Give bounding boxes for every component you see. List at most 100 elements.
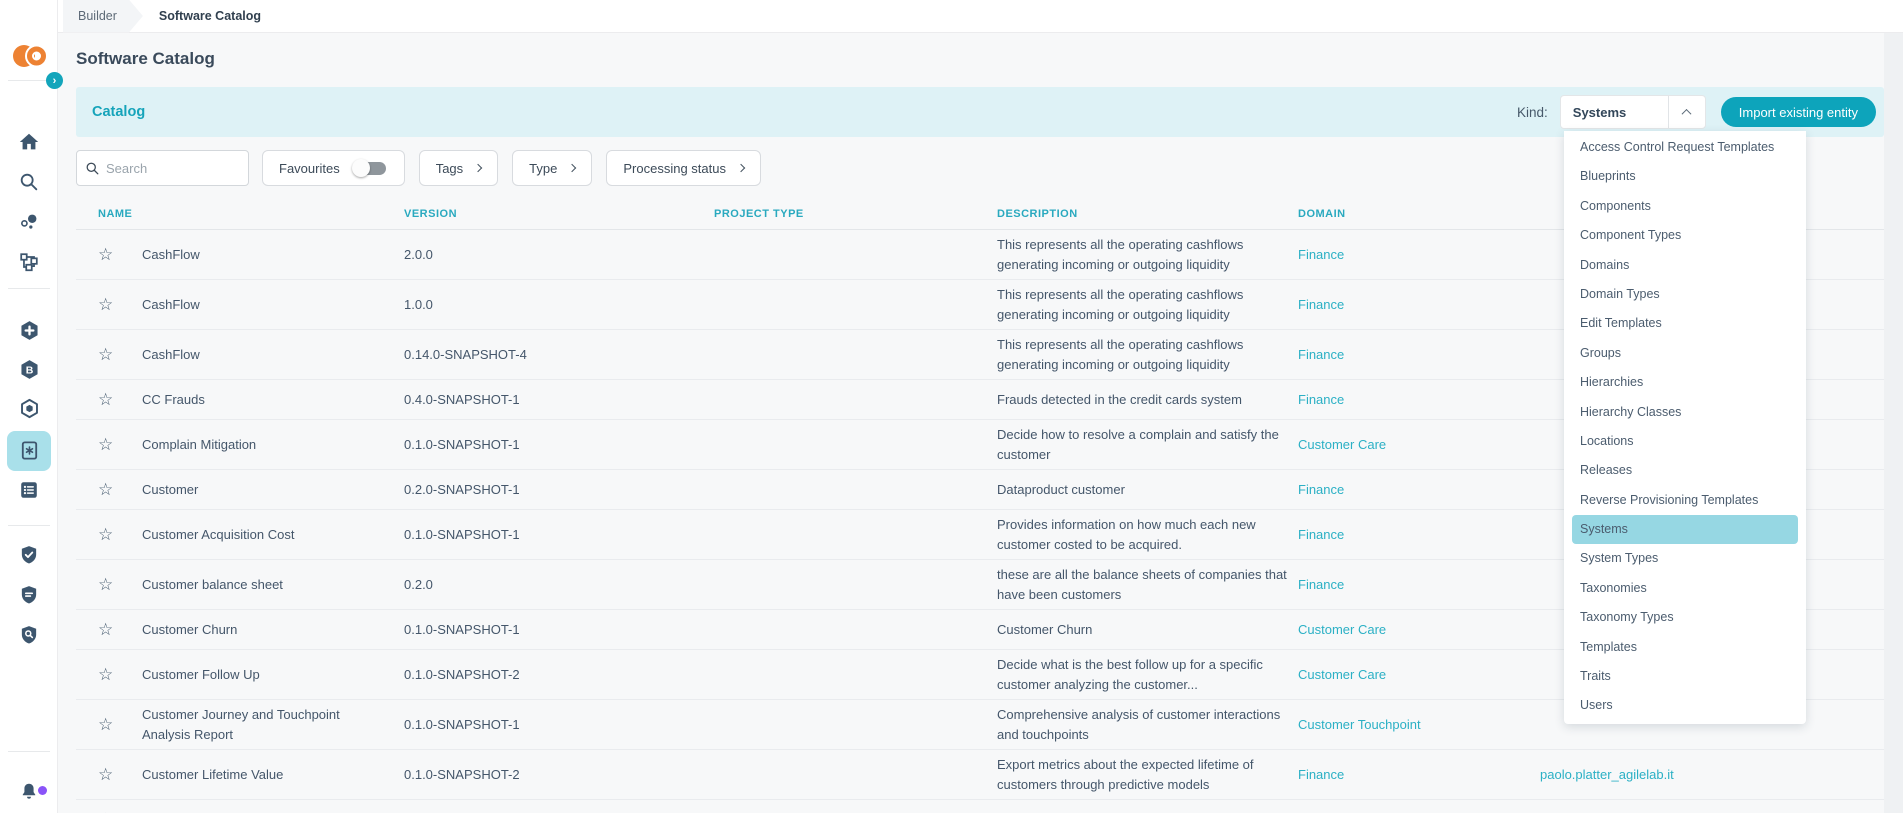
cell-domain-link[interactable]: Finance: [1298, 295, 1540, 315]
cell-version: 0.1.0-SNAPSHOT-1: [404, 715, 714, 735]
favourite-star-icon[interactable]: ☆: [76, 296, 142, 313]
home-icon[interactable]: [0, 131, 58, 153]
chevron-right-icon: [568, 164, 576, 172]
kind-select-value: Systems: [1561, 105, 1668, 120]
chevron-right-icon: [737, 164, 745, 172]
column-header-description[interactable]: DESCRIPTION: [997, 208, 1298, 220]
cell-domain-link[interactable]: Finance: [1298, 765, 1540, 785]
hexagon-target-icon[interactable]: [0, 397, 58, 420]
cell-version: 1.0.0: [404, 295, 714, 315]
bell-icon[interactable]: [0, 781, 58, 803]
sidebar: B: [0, 0, 58, 813]
kind-option[interactable]: Locations: [1572, 427, 1798, 456]
kind-option[interactable]: Taxonomies: [1572, 574, 1798, 603]
kind-option[interactable]: Hierarchy Classes: [1572, 398, 1798, 427]
catalog-card-icon[interactable]: [0, 439, 58, 462]
search-box: [76, 150, 249, 186]
shield-audit-icon[interactable]: [0, 624, 58, 646]
cell-domain-link[interactable]: Finance: [1298, 245, 1540, 265]
kind-option[interactable]: Access Control Request Templates: [1572, 133, 1798, 162]
import-existing-entity-button[interactable]: Import existing entity: [1721, 97, 1876, 127]
sidebar-divider: [8, 525, 50, 526]
app-logo-icon[interactable]: [11, 38, 47, 79]
kind-option[interactable]: Hierarchies: [1572, 368, 1798, 397]
kind-select[interactable]: Systems: [1560, 95, 1706, 129]
search-icon[interactable]: [0, 171, 58, 193]
favourite-star-icon[interactable]: ☆: [76, 391, 142, 408]
kind-option[interactable]: Taxonomy Types: [1572, 603, 1798, 632]
column-header-version[interactable]: VERSION: [404, 208, 714, 220]
column-header-project-type[interactable]: PROJECT TYPE: [714, 208, 997, 220]
list-icon[interactable]: [0, 479, 58, 501]
kind-option[interactable]: Edit Templates: [1572, 309, 1798, 338]
cell-domain-link[interactable]: Customer Touchpoint: [1298, 715, 1540, 735]
cell-name: Customer Acquisition Cost: [142, 525, 404, 545]
kind-option[interactable]: Components: [1572, 192, 1798, 221]
kind-option[interactable]: Reverse Provisioning Templates: [1572, 486, 1798, 515]
favourite-star-icon[interactable]: ☆: [76, 766, 142, 783]
column-header-name[interactable]: NAME: [76, 208, 404, 220]
blueprint-icon[interactable]: [0, 251, 58, 273]
cell-domain-link[interactable]: Finance: [1298, 525, 1540, 545]
cell-description: Customer Churn: [997, 620, 1298, 640]
type-filter[interactable]: Type: [512, 150, 592, 186]
hexagon-b-icon[interactable]: B: [0, 358, 58, 381]
favourites-label: Favourites: [279, 161, 340, 176]
hexagon-plus-icon[interactable]: [0, 319, 58, 342]
favourite-star-icon[interactable]: ☆: [76, 621, 142, 638]
type-label: Type: [529, 161, 557, 176]
favourites-filter[interactable]: Favourites: [262, 150, 405, 186]
shield-policy-icon[interactable]: [0, 584, 58, 606]
cell-version: 0.1.0-SNAPSHOT-1: [404, 620, 714, 640]
cell-name: CC Frauds: [142, 390, 404, 410]
cell-domain-link[interactable]: Customer Care: [1298, 665, 1540, 685]
table-row[interactable]: ☆ Customer Lifetime Value 0.1.0-SNAPSHOT…: [76, 750, 1884, 800]
favourite-star-icon[interactable]: ☆: [76, 666, 142, 683]
cell-domain-link[interactable]: Customer Care: [1298, 435, 1540, 455]
cell-version: 0.2.0: [404, 575, 714, 595]
cell-description: Decide how to resolve a complain and sat…: [997, 425, 1298, 464]
cell-domain-link[interactable]: Finance: [1298, 480, 1540, 500]
cell-domain-link[interactable]: Finance: [1298, 390, 1540, 410]
kind-option[interactable]: Traits: [1572, 662, 1798, 691]
favourite-star-icon[interactable]: ☆: [76, 576, 142, 593]
favourite-star-icon[interactable]: ☆: [76, 716, 142, 733]
sidebar-expand-button[interactable]: ›: [46, 72, 63, 89]
breadcrumb: Builder Software Catalog: [58, 0, 1903, 33]
favourite-star-icon[interactable]: ☆: [76, 481, 142, 498]
sidebar-divider: [8, 751, 50, 752]
favourites-toggle[interactable]: [352, 159, 388, 177]
favourite-star-icon[interactable]: ☆: [76, 246, 142, 263]
breadcrumb-builder[interactable]: Builder: [63, 0, 143, 33]
kind-option[interactable]: Templates: [1572, 633, 1798, 662]
kind-option[interactable]: Releases: [1572, 456, 1798, 485]
processing-status-label: Processing status: [623, 161, 726, 176]
cell-owner-link[interactable]: paolo.platter_agilelab.it: [1540, 765, 1884, 785]
column-header-domain[interactable]: DOMAIN: [1298, 208, 1540, 220]
favourite-star-icon[interactable]: ☆: [76, 436, 142, 453]
kind-option[interactable]: System Types: [1572, 544, 1798, 573]
kind-option[interactable]: Systems: [1572, 515, 1798, 544]
kind-option[interactable]: Users: [1572, 691, 1798, 720]
kind-option[interactable]: Groups: [1572, 339, 1798, 368]
kind-option[interactable]: Component Types: [1572, 221, 1798, 250]
kind-option[interactable]: Domain Types: [1572, 280, 1798, 309]
search-input[interactable]: [106, 161, 240, 176]
catalog-header-bar: Catalog Kind: Systems Import existing en…: [76, 87, 1884, 137]
kind-option[interactable]: Blueprints: [1572, 162, 1798, 191]
cell-version: 0.1.0-SNAPSHOT-1: [404, 525, 714, 545]
breadcrumb-current: Software Catalog: [159, 9, 261, 23]
cell-domain-link[interactable]: Finance: [1298, 345, 1540, 365]
page-title: Software Catalog: [58, 33, 1903, 87]
table-row[interactable]: ☆ Customer Onboarding 0.1.0-SNAPSHOT-1 P…: [76, 800, 1884, 813]
bubbles-icon[interactable]: [0, 211, 58, 233]
cell-domain-link[interactable]: Finance: [1298, 575, 1540, 595]
favourite-star-icon[interactable]: ☆: [76, 526, 142, 543]
favourite-star-icon[interactable]: ☆: [76, 346, 142, 363]
chevron-up-icon: [1682, 108, 1692, 118]
kind-option[interactable]: Domains: [1572, 251, 1798, 280]
cell-domain-link[interactable]: Customer Care: [1298, 620, 1540, 640]
shield-check-icon[interactable]: [0, 544, 58, 566]
processing-status-filter[interactable]: Processing status: [606, 150, 761, 186]
tags-filter[interactable]: Tags: [419, 150, 498, 186]
